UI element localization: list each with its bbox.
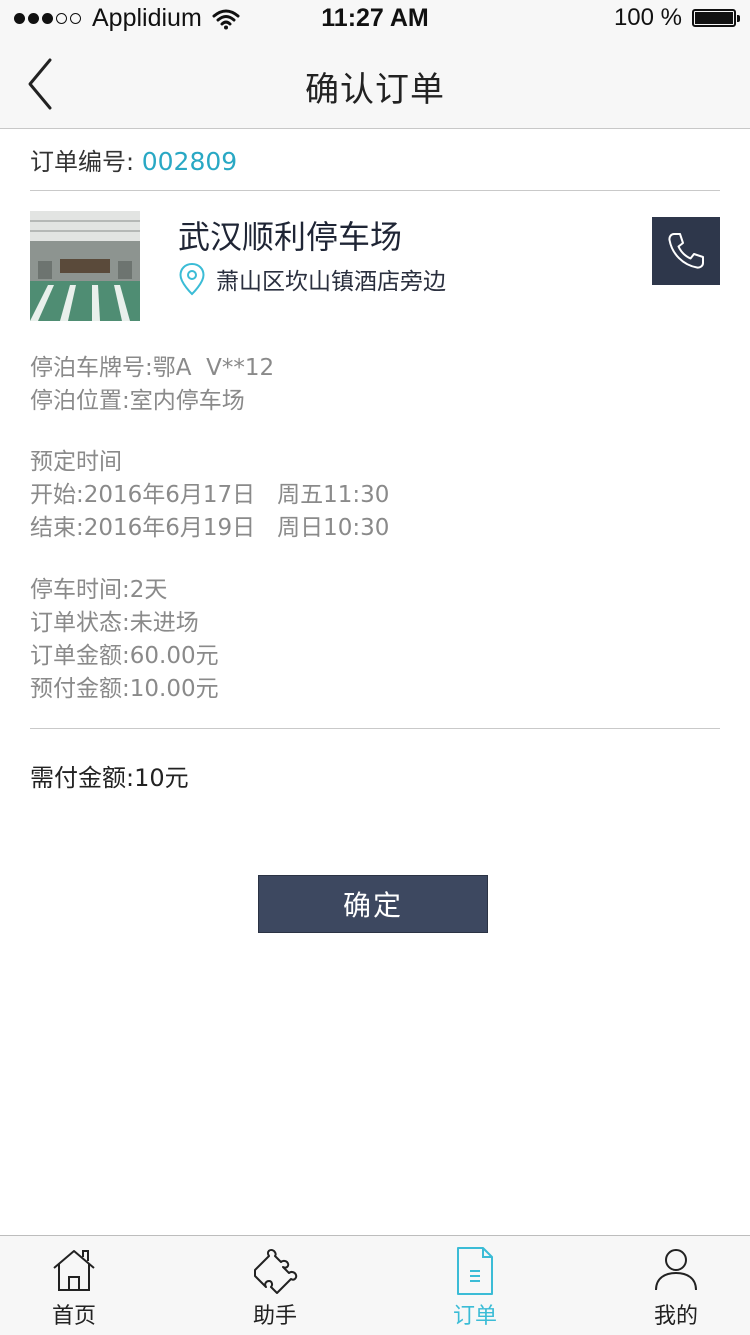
parking-lot-photo bbox=[30, 211, 140, 321]
tab-profile[interactable]: 我的 bbox=[616, 1236, 736, 1335]
phone-icon bbox=[668, 233, 704, 269]
address-text: 萧山区坎山镇酒店旁边 bbox=[216, 269, 446, 295]
status-right: 100 % bbox=[613, 4, 740, 32]
tab-label: 我的 bbox=[653, 1304, 698, 1329]
battery-percent: 100 % bbox=[613, 4, 682, 31]
order-amount-line: 订单金额:60.00元 bbox=[30, 643, 219, 669]
user-icon bbox=[655, 1249, 697, 1291]
battery-cap bbox=[737, 15, 740, 22]
puzzle-icon bbox=[254, 1248, 298, 1294]
parking-lot-address: 萧山区坎山镇酒店旁边 bbox=[178, 262, 446, 296]
parking-duration-line: 停车时间:2天 bbox=[30, 577, 168, 603]
tab-assistant[interactable]: 助手 bbox=[215, 1236, 335, 1335]
battery-icon bbox=[692, 9, 740, 27]
order-number-value: 002809 bbox=[141, 147, 238, 176]
order-number-row: 订单编号: 002809 bbox=[30, 142, 237, 177]
confirm-button[interactable]: 确定 bbox=[258, 875, 488, 933]
prepaid-amount-line: 预付金额:10.00元 bbox=[30, 676, 219, 702]
start-time-line: 开始:2016年6月17日 周五11:30 bbox=[30, 482, 390, 508]
navigation-bar: 确认订单 bbox=[0, 40, 750, 129]
amount-due: 需付金额:10元 bbox=[30, 764, 189, 792]
divider bbox=[30, 728, 720, 729]
parking-lot-name: 武汉顺利停车场 bbox=[178, 218, 403, 256]
home-icon bbox=[53, 1250, 95, 1291]
page-title: 确认订单 bbox=[305, 70, 445, 110]
tab-home[interactable]: 首页 bbox=[14, 1236, 134, 1335]
tab-bar: 首页 助手 订单 我的 bbox=[0, 1235, 750, 1335]
order-number-label: 订单编号: bbox=[30, 148, 135, 176]
tab-orders[interactable]: 订单 bbox=[415, 1236, 535, 1335]
tab-label: 首页 bbox=[51, 1304, 96, 1329]
divider bbox=[30, 190, 720, 191]
document-icon bbox=[457, 1247, 493, 1295]
order-status-line: 订单状态:未进场 bbox=[30, 610, 199, 636]
location-pin-icon bbox=[179, 262, 205, 296]
tab-label: 助手 bbox=[252, 1304, 297, 1329]
battery-fill bbox=[695, 12, 733, 24]
parking-position-line: 停泊位置:室内停车场 bbox=[30, 388, 245, 414]
tab-label: 订单 bbox=[452, 1304, 497, 1329]
end-time-line: 结束:2016年6月19日 周日10:30 bbox=[30, 515, 390, 541]
plate-number-line: 停泊车牌号:鄂A V**12 bbox=[30, 355, 275, 381]
call-button[interactable] bbox=[652, 217, 720, 285]
status-bar: Applidium 11:27 AM 100 % bbox=[0, 0, 750, 40]
reservation-time-heading: 预定时间 bbox=[30, 449, 122, 475]
